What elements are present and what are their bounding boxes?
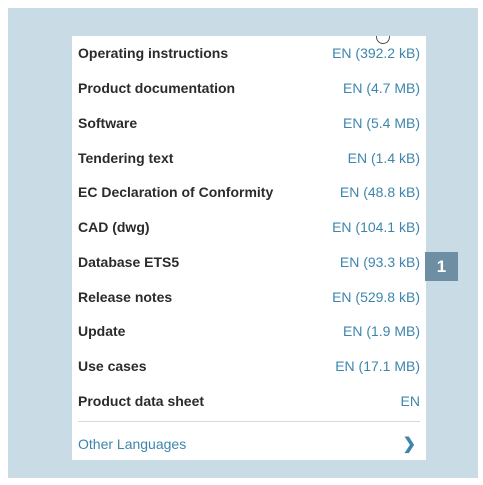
download-label: Product documentation [78,80,236,96]
download-row-tendering-text: Tendering text EN (1.4 kB) [78,148,420,168]
other-languages-link[interactable]: Other Languages ❯ [78,434,420,454]
download-row-database-ets5: Database ETS5 EN (93.3 kB) [78,252,420,272]
download-row-product-data-sheet: Product data sheet EN [78,391,420,411]
download-label: EC Declaration of Conformity [78,184,274,200]
download-link[interactable]: EN (4.7 MB) [343,80,420,96]
download-link[interactable]: EN (17.1 MB) [335,358,420,374]
download-label: Software [78,115,138,131]
download-row-ec-declaration: EC Declaration of Conformity EN (48.8 kB… [78,182,420,202]
download-row-product-documentation: Product documentation EN (4.7 MB) [78,78,420,98]
divider [78,421,420,422]
download-label: Database ETS5 [78,254,180,270]
download-label: Tendering text [78,150,174,166]
download-link[interactable]: EN (5.4 MB) [343,115,420,131]
download-label: Use cases [78,358,147,374]
download-link[interactable]: EN (48.8 kB) [340,184,420,200]
callout-badge: 1 [425,252,458,281]
download-label: Operating instructions [78,45,229,61]
download-link[interactable]: EN (392.2 kB) [332,45,420,61]
download-row-operating-instructions: Operating instructions EN (392.2 kB) [78,43,420,63]
download-link[interactable]: EN (1.4 kB) [348,150,420,166]
other-languages-label: Other Languages [78,436,187,452]
download-link[interactable]: EN (1.9 MB) [343,323,420,339]
download-label: Update [78,323,126,339]
download-row-update: Update EN (1.9 MB) [78,321,420,341]
download-link[interactable]: EN (104.1 kB) [332,219,420,235]
download-label: Release notes [78,289,173,305]
download-row-release-notes: Release notes EN (529.8 kB) [78,287,420,307]
download-row-use-cases: Use cases EN (17.1 MB) [78,356,420,376]
chevron-right-icon: ❯ [402,436,416,453]
download-link[interactable]: EN (529.8 kB) [332,289,420,305]
download-link[interactable]: EN (93.3 kB) [340,254,420,270]
downloads-panel: Operating instructions EN (392.2 kB) Pro… [72,36,426,460]
download-label: CAD (dwg) [78,219,150,235]
download-label: Product data sheet [78,393,205,409]
download-row-software: Software EN (5.4 MB) [78,113,420,133]
download-row-cad-dwg: CAD (dwg) EN (104.1 kB) [78,217,420,237]
download-link[interactable]: EN [401,393,420,409]
